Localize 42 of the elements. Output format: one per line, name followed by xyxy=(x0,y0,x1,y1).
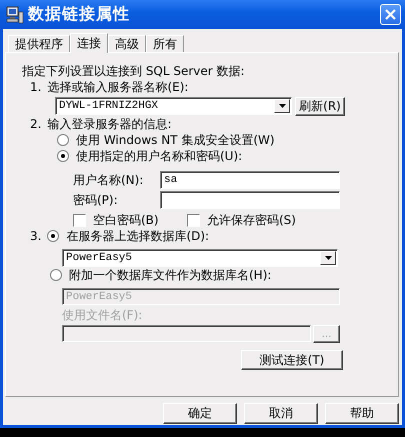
dialog-button[interactable]: 帮助 xyxy=(325,403,399,424)
radio-label: 附加一个数据库文件作为数据库名(H): xyxy=(69,267,272,283)
step-number: 2. xyxy=(30,116,42,132)
step-label: 选择或输入服务器名称(E): xyxy=(47,79,188,95)
step-number: 1. xyxy=(30,79,42,95)
caret-icon xyxy=(278,104,286,108)
dialog-button[interactable]: 确定 xyxy=(163,403,237,424)
tab[interactable]: 连接 xyxy=(70,33,108,53)
radio-button[interactable] xyxy=(47,230,60,242)
tab[interactable]: 所有 xyxy=(146,35,184,52)
tab[interactable]: 高级 xyxy=(108,35,146,52)
radio-button[interactable] xyxy=(57,150,69,162)
window-title: 数据链接属性 xyxy=(28,4,131,25)
refresh-button[interactable]: 刷新(R) xyxy=(295,97,345,116)
radio-button[interactable] xyxy=(50,269,62,281)
step-number: 3. xyxy=(30,228,42,244)
instruction-text: 指定下列设置以连接到 SQL Server 数据: xyxy=(22,63,245,79)
password-field[interactable] xyxy=(160,191,340,209)
database-combo-box[interactable]: PowerEasy5 xyxy=(62,249,338,267)
server-combo-box[interactable]: DYWL-1FRNIZ2HGX xyxy=(55,97,292,115)
field-label: 使用文件名(F): xyxy=(62,307,142,323)
dropdown-button[interactable] xyxy=(320,251,336,265)
close-button[interactable] xyxy=(380,4,401,25)
radio-label: 在服务器上选择数据库(D): xyxy=(66,228,210,244)
tab[interactable]: 提供程序 xyxy=(8,35,70,52)
checkbox-label: 允许保存密码(S) xyxy=(207,212,296,228)
checkbox-label: 空白密码(B) xyxy=(93,212,159,228)
step-label: 输入登录服务器的信息: xyxy=(47,116,172,132)
field-label: 密码(P): xyxy=(73,192,119,208)
checkbox[interactable] xyxy=(187,214,200,226)
test-connection-button[interactable]: 测试连接(T) xyxy=(241,350,343,370)
radio-button[interactable] xyxy=(57,134,69,146)
dialog-button[interactable]: 取消 xyxy=(244,403,318,424)
dropdown-button[interactable] xyxy=(274,99,290,113)
radio-label: 使用 Windows NT 集成安全设置(W) xyxy=(76,132,275,148)
username-field[interactable]: sa xyxy=(160,171,340,189)
field-label: 用户名称(N): xyxy=(73,172,144,188)
close-icon xyxy=(385,9,396,20)
computer-icon xyxy=(6,6,24,24)
radio-label: 使用指定的用户名称和密码(U): xyxy=(76,148,242,164)
checkbox[interactable] xyxy=(73,214,86,226)
caret-icon xyxy=(324,256,332,260)
